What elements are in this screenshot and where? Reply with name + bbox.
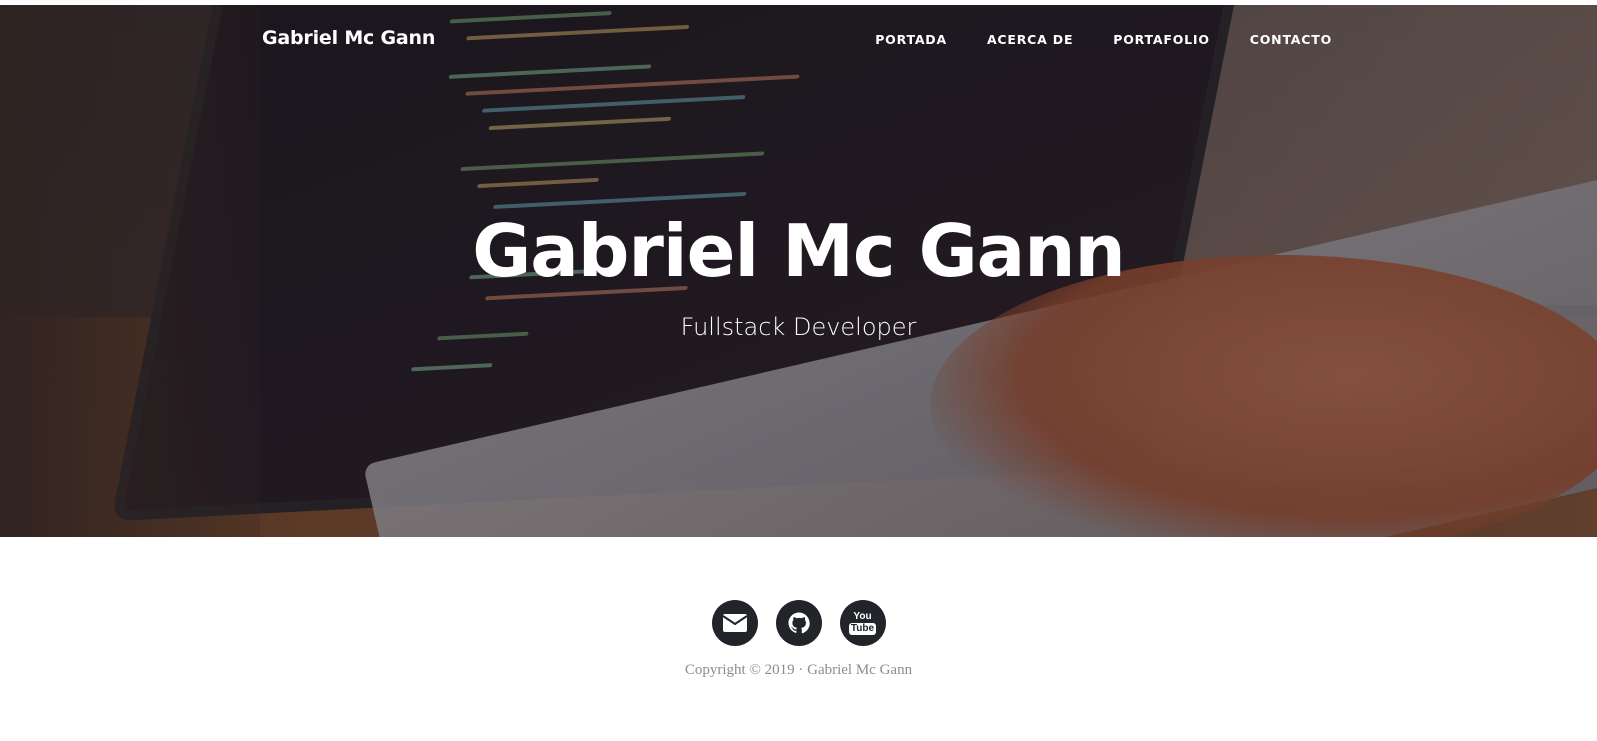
github-link[interactable] <box>775 600 822 646</box>
hero-section: Gabriel Mc Gann Fullstack Developer <box>0 5 1597 537</box>
social-links: You Tube <box>0 600 1597 646</box>
navbar-brand[interactable]: Gabriel Mc Gann <box>262 27 435 49</box>
footer: You Tube Copyright © 2019 · Gabriel Mc Ga… <box>0 537 1597 741</box>
hero-subtitle: Fullstack Developer <box>680 313 917 341</box>
nav-link-portada[interactable]: PORTADA <box>875 32 947 47</box>
copyright-text: Copyright © 2019 · Gabriel Mc Gann <box>684 662 913 678</box>
youtube-icon: You Tube <box>848 610 877 635</box>
envelope-icon <box>721 614 748 632</box>
youtube-link[interactable]: You Tube <box>839 600 886 646</box>
nav-link-contacto[interactable]: CONTACTO <box>1250 32 1332 47</box>
navbar: Gabriel Mc Gann PORTADA ACERCA DE PORTAF… <box>0 5 1597 69</box>
nav-link-portafolio[interactable]: PORTAFOLIO <box>1113 32 1210 47</box>
nav-link-acerca-de[interactable]: ACERCA DE <box>987 32 1073 47</box>
github-icon <box>788 612 810 634</box>
hero-title: Gabriel Mc Gann <box>472 209 1126 293</box>
nav-links: PORTADA ACERCA DE PORTAFOLIO CONTACTO <box>875 32 1332 47</box>
email-link[interactable] <box>711 600 758 646</box>
